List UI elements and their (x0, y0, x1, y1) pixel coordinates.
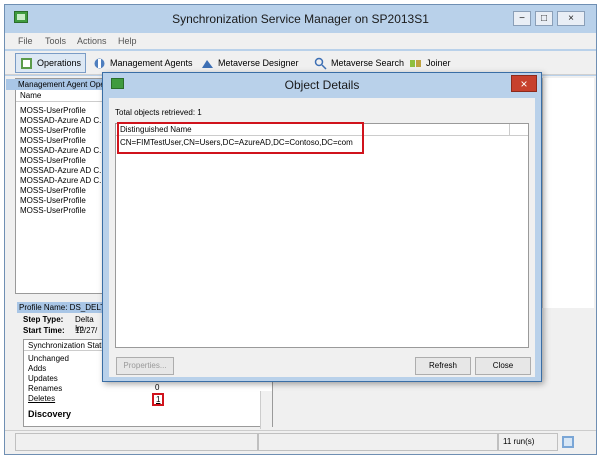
joiner-icon (410, 59, 421, 67)
status-cell-2 (258, 433, 498, 451)
refresh-button[interactable]: Refresh (415, 357, 471, 375)
discovery-heading: Discovery (28, 409, 72, 419)
stat-updates: Updates (28, 374, 58, 383)
list-item[interactable]: MOSSAD-Azure AD C... (20, 176, 106, 186)
metaverse-search-button[interactable]: Metaverse Search (310, 53, 408, 73)
list-item[interactable]: MOSSAD-Azure AD C... (20, 146, 106, 156)
metaverse-designer-icon (202, 59, 213, 68)
management-agents-label: Management Agents (110, 58, 193, 68)
menu-bar: File Tools Actions Help (5, 33, 596, 49)
close-dialog-button[interactable]: Close (475, 357, 531, 375)
joiner-label: Joiner (426, 58, 451, 68)
dialog-body: Total objects retrieved: 1 Distinguished… (109, 98, 535, 377)
menu-file[interactable]: File (18, 36, 33, 46)
operations-icon (21, 57, 32, 69)
runs-count: 11 run(s) (498, 433, 558, 451)
list-item[interactable]: MOSS-UserProfile (20, 156, 86, 166)
metaverse-search-label: Metaverse Search (331, 58, 405, 68)
maximize-button[interactable]: □ (535, 11, 553, 26)
close-button[interactable]: × (557, 11, 585, 26)
list-item[interactable]: MOSS-UserProfile (20, 106, 86, 116)
highlight-box (117, 122, 364, 154)
management-agents-button[interactable]: Management Agents (89, 53, 197, 73)
total-objects-label: Total objects retrieved: 1 (115, 108, 202, 117)
stats-scrollbar[interactable] (260, 391, 272, 429)
list-item[interactable]: MOSS-UserProfile (20, 186, 86, 196)
window-title: Synchronization Service Manager on SP201… (172, 12, 429, 26)
object-details-dialog: Object Details × Total objects retrieved… (102, 72, 542, 382)
menu-help[interactable]: Help (118, 36, 137, 46)
renames-value: 0 (155, 383, 160, 392)
joiner-button[interactable]: Joiner (405, 53, 455, 73)
stat-unchanged: Unchanged (28, 354, 69, 363)
properties-button[interactable]: Properties... (116, 357, 174, 375)
step-type-label: Step Type: (23, 315, 64, 324)
start-time-row: Start Time: 12/27/ (23, 326, 97, 335)
list-item[interactable]: MOSSAD-Azure AD C... (20, 116, 106, 126)
menu-actions[interactable]: Actions (77, 36, 107, 46)
list-item[interactable]: MOSS-UserProfile (20, 136, 86, 146)
objects-list[interactable]: Distinguished Name CN=FIMTestUser,CN=Use… (115, 123, 529, 348)
column-separator (509, 124, 510, 136)
list-item[interactable]: MOSS-UserProfile (20, 126, 86, 136)
deletes-value-link[interactable]: 1 (152, 393, 165, 406)
menu-tools[interactable]: Tools (45, 36, 66, 46)
title-bar[interactable]: Synchronization Service Manager on SP201… (5, 5, 596, 31)
status-icon (562, 436, 574, 448)
metaverse-search-icon (314, 57, 327, 70)
operations-button[interactable]: Operations (15, 53, 87, 73)
stat-adds: Adds (28, 364, 47, 373)
status-bar: 11 run(s) (5, 430, 596, 454)
list-item[interactable]: MOSS-UserProfile (20, 196, 86, 206)
stat-deletes-link[interactable]: Deletes (28, 394, 55, 404)
dialog-title-bar[interactable]: Object Details × (103, 73, 541, 97)
stat-renames: Renames (28, 384, 63, 393)
status-cell-1 (15, 433, 258, 451)
operations-label: Operations (37, 58, 82, 68)
right-pane (542, 78, 594, 308)
metaverse-designer-button[interactable]: Metaverse Designer (197, 53, 303, 73)
list-item[interactable]: MOSSAD-Azure AD C... (20, 166, 106, 176)
dialog-title: Object Details (284, 78, 360, 92)
dialog-close-icon[interactable]: × (511, 75, 537, 92)
step-type-row: Step Type: Delta Im (23, 315, 94, 333)
start-time-value: 12/27/ (75, 326, 98, 335)
management-agents-icon (94, 58, 105, 68)
start-time-label: Start Time: (23, 326, 65, 335)
minimize-button[interactable]: − (513, 11, 531, 26)
metaverse-designer-label: Metaverse Designer (218, 58, 299, 68)
list-item[interactable]: MOSS-UserProfile (20, 206, 86, 216)
